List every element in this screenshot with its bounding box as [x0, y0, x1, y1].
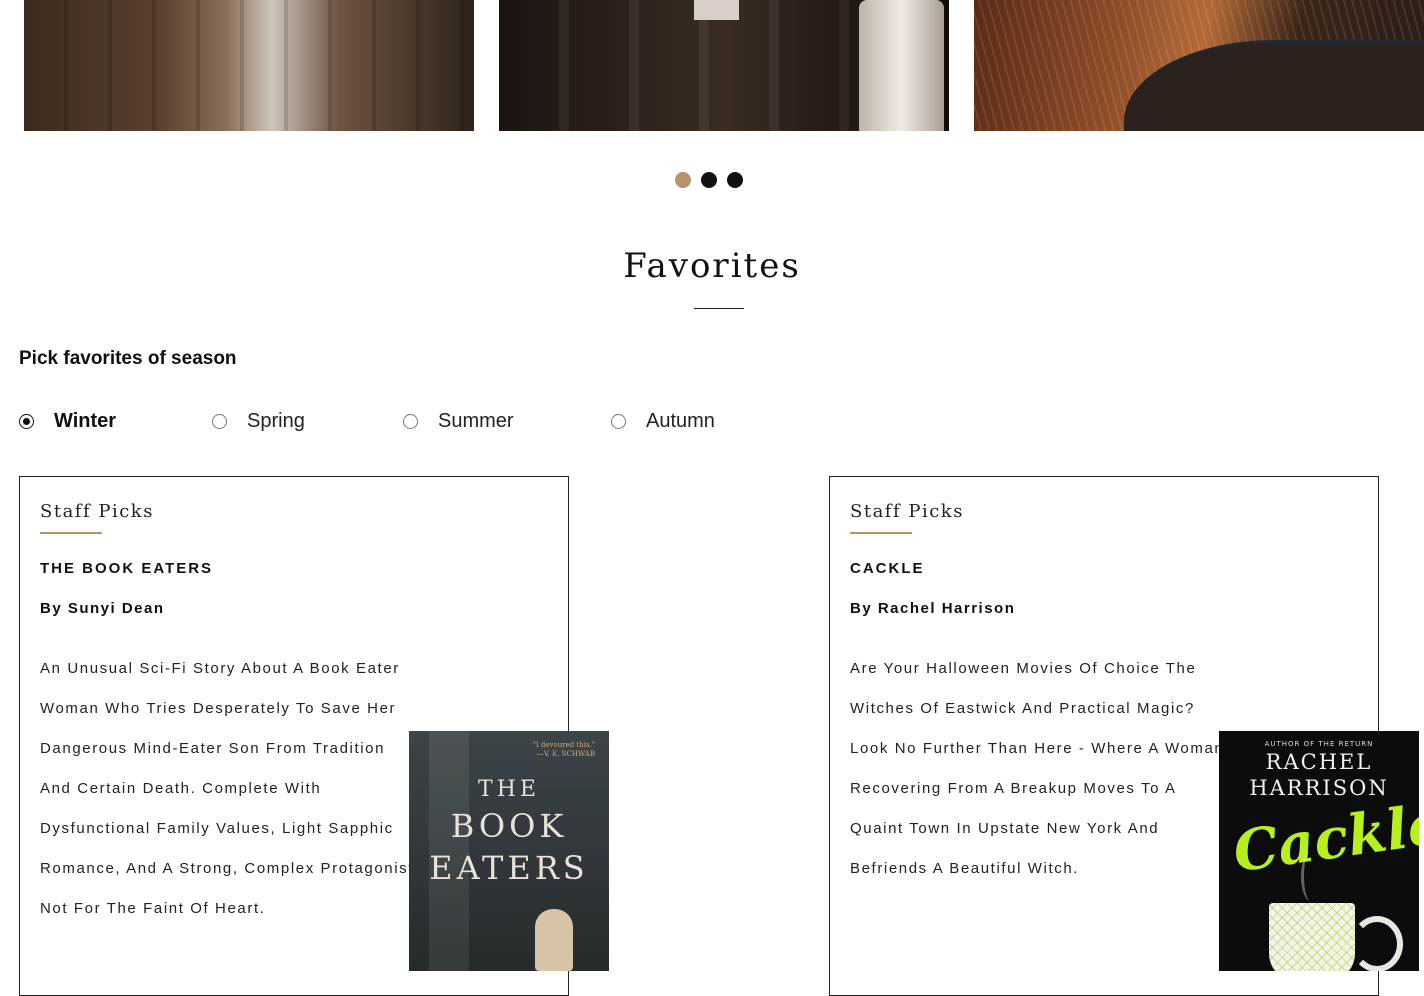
book-author: By Rachel Harrison	[850, 600, 1016, 617]
cover-figure	[535, 909, 573, 971]
season-option-winter[interactable]: Winter	[19, 410, 116, 433]
season-radio-group: Winter Spring Summer Autumn	[19, 410, 779, 440]
cover-logo: Cackle	[1229, 790, 1419, 886]
slide-detail	[859, 0, 944, 131]
cover-quote-attribution: —V. E. SCHWAB	[536, 750, 595, 758]
book-description: Are Your Halloween Movies Of Choice The …	[850, 660, 1225, 877]
cover-title-line: EATERS	[429, 849, 589, 887]
season-option-spring[interactable]: Spring	[212, 410, 305, 433]
radio-autumn[interactable]	[611, 414, 626, 429]
season-label: Winter	[54, 410, 117, 432]
cover-quote-text: "I devoured this."	[532, 741, 595, 749]
cover-kicker: AUTHOR OF THE RETURN	[1264, 740, 1374, 748]
card-kicker: Staff Picks	[40, 501, 154, 522]
book-cover-cackle[interactable]: AUTHOR OF THE RETURN RACHEL HARRISON Cac…	[1219, 731, 1419, 971]
cover-art	[1351, 916, 1403, 971]
carousel-slide-2[interactable]	[499, 0, 949, 131]
radio-spring[interactable]	[212, 414, 227, 429]
season-option-summer[interactable]: Summer	[403, 410, 514, 433]
cover-title-line: THE	[478, 777, 540, 802]
season-label: Autumn	[646, 410, 715, 432]
card-kicker: Staff Picks	[850, 501, 964, 522]
season-label: Spring	[247, 410, 305, 432]
book-author: By Sunyi Dean	[40, 600, 165, 617]
section-title: Favorites	[623, 246, 801, 286]
card-divider	[40, 532, 102, 534]
cover-title-line: BOOK	[450, 807, 568, 845]
carousel-dot-3[interactable]	[727, 172, 743, 188]
carousel-dot-2[interactable]	[701, 172, 717, 188]
cover-author: RACHEL HARRISON	[1219, 749, 1419, 801]
title-divider	[694, 308, 744, 309]
slide-image	[24, 0, 474, 131]
book-cover-the-book-eaters[interactable]: "I devoured this." —V. E. SCHWAB THE BOO…	[409, 731, 609, 971]
radio-winter[interactable]	[19, 414, 34, 429]
cover-art	[1269, 903, 1355, 971]
slide-detail	[694, 0, 739, 20]
card-divider	[850, 532, 912, 534]
book-description: An Unusual Sci-Fi Story About A Book Eat…	[40, 660, 420, 917]
radio-summer[interactable]	[403, 414, 418, 429]
carousel-slide-1[interactable]	[24, 0, 474, 131]
season-option-autumn[interactable]: Autumn	[611, 410, 715, 433]
cover-author-line: RACHEL	[1265, 750, 1373, 774]
season-picker-heading: Pick favorites of season	[19, 348, 237, 369]
book-title: CACKLE	[850, 560, 925, 577]
cover-quote: "I devoured this." —V. E. SCHWAB	[533, 741, 595, 759]
carousel-dot-1[interactable]	[675, 172, 691, 188]
book-title: THE BOOK EATERS	[40, 560, 214, 577]
carousel-slide-3[interactable]	[974, 0, 1424, 131]
season-label: Summer	[438, 410, 514, 432]
carousel-dots	[675, 172, 743, 188]
cover-art	[1301, 851, 1320, 901]
